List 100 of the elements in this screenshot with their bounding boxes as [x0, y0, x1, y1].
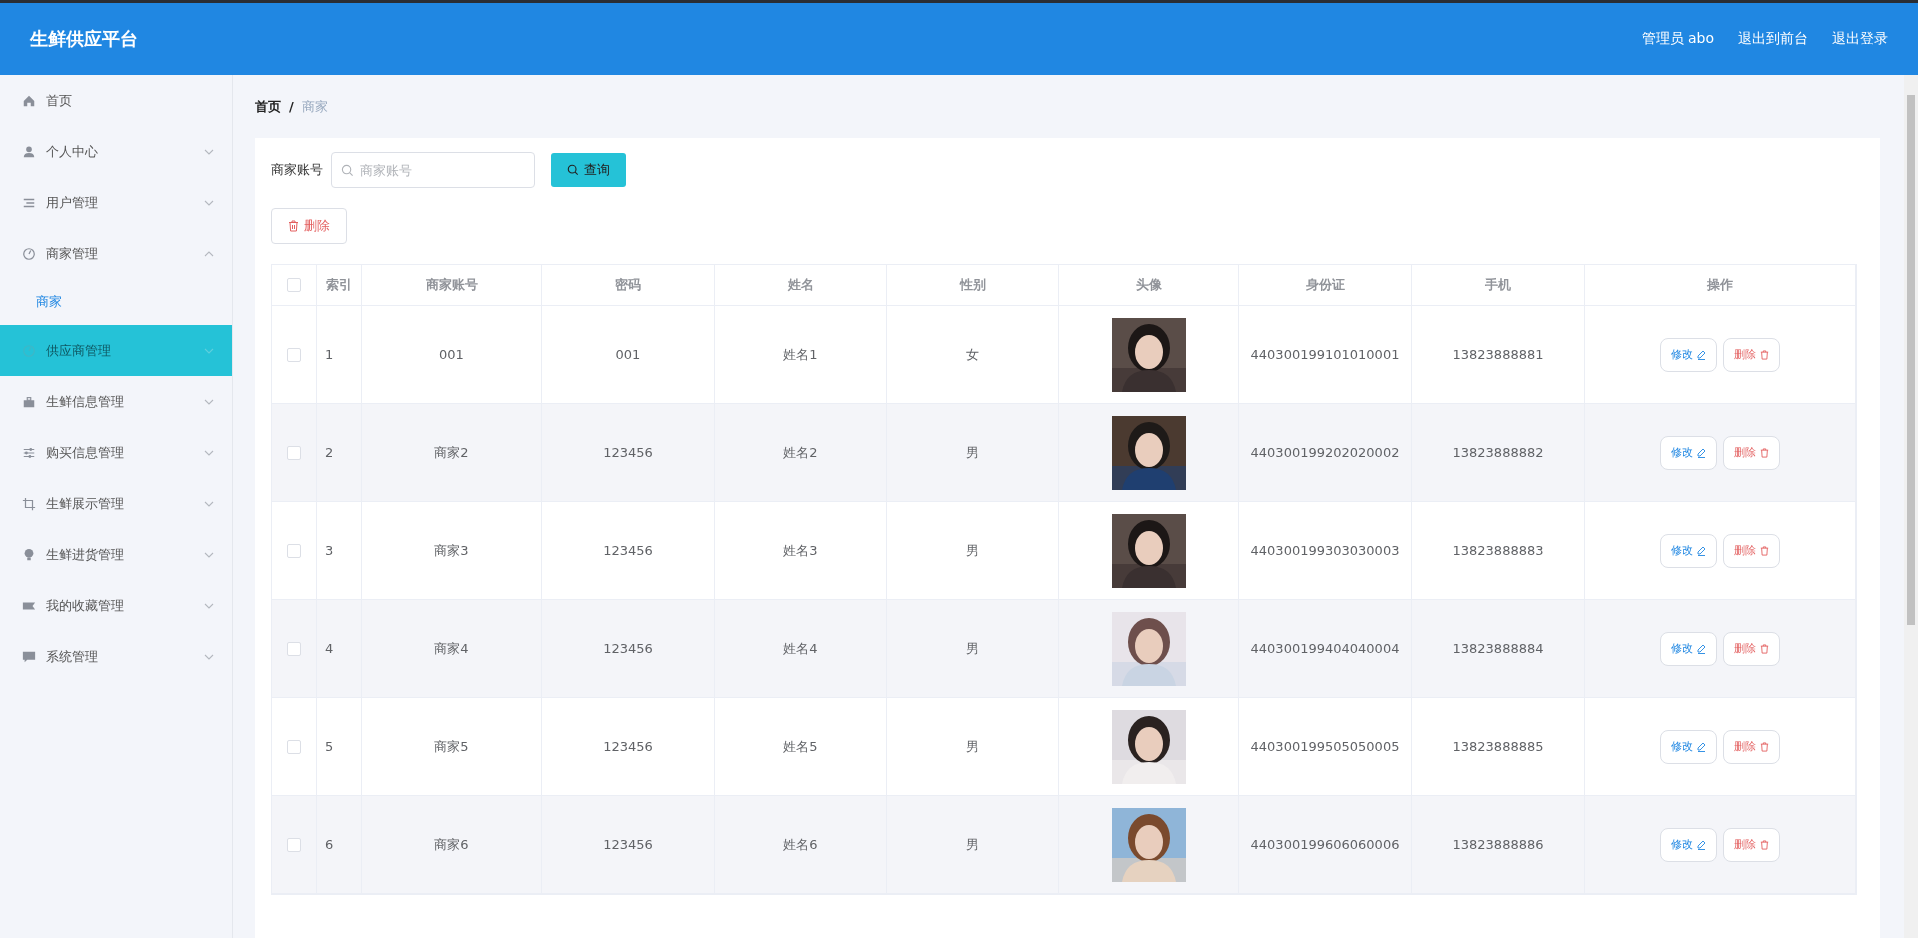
- column-header: 商家账号: [362, 265, 542, 306]
- table-cell: 男: [887, 600, 1059, 698]
- sidebar-subitem[interactable]: 商家: [0, 279, 232, 325]
- gauge-icon: [22, 246, 36, 261]
- sidebar-item[interactable]: 生鲜进货管理: [0, 529, 232, 580]
- chevron-down-icon: [204, 398, 214, 405]
- table-cell: 440300199404040004: [1239, 600, 1412, 698]
- table-cell: 6: [317, 796, 362, 894]
- trash-icon: [1760, 741, 1769, 752]
- breadcrumb-item: 商家: [301, 97, 328, 116]
- bulb-icon: [22, 547, 36, 562]
- row-checkbox[interactable]: [287, 739, 301, 754]
- chat-icon: [22, 649, 36, 664]
- chevron-down-icon: [204, 551, 214, 558]
- delete-button[interactable]: 删除: [1723, 729, 1780, 764]
- row-checkbox[interactable]: [287, 641, 301, 656]
- chevron-down-icon: [204, 653, 214, 660]
- trash-icon: [288, 220, 299, 232]
- delete-button[interactable]: 删除: [271, 208, 347, 244]
- table-cell: 商家2: [362, 404, 542, 502]
- table-cell: 姓名6: [715, 796, 887, 894]
- table-cell: 440300199202020002: [1239, 404, 1412, 502]
- sidebar-item[interactable]: 生鲜信息管理: [0, 376, 232, 427]
- table-cell: 123456: [542, 796, 715, 894]
- header-link[interactable]: 退出到前台: [1738, 30, 1808, 48]
- user-icon: [22, 144, 36, 159]
- pencil-icon: [1697, 349, 1706, 360]
- edit-button[interactable]: 修改: [1660, 435, 1717, 470]
- delete-button[interactable]: 删除: [1723, 631, 1780, 666]
- crop-icon: [22, 496, 36, 511]
- chevron-down-icon: [204, 500, 214, 507]
- breadcrumb-separator: /: [289, 99, 294, 114]
- column-header: 头像: [1059, 265, 1239, 306]
- edit-button[interactable]: 修改: [1660, 729, 1717, 764]
- edit-button[interactable]: 修改: [1660, 337, 1717, 372]
- breadcrumb-item[interactable]: 首页: [255, 97, 281, 116]
- table-cell: 13823888884: [1412, 600, 1585, 698]
- sidebar-item[interactable]: 商家管理: [0, 228, 232, 279]
- table-cell: 商家4: [362, 600, 542, 698]
- column-header: 身份证: [1239, 265, 1412, 306]
- search-button[interactable]: 查询: [551, 153, 626, 187]
- row-checkbox[interactable]: [287, 543, 301, 558]
- column-header: 索引: [317, 265, 362, 306]
- pencil-icon: [1697, 741, 1706, 752]
- pencil-icon: [1697, 447, 1706, 458]
- admin-user-label: 管理员 abo: [1641, 30, 1714, 48]
- gauge-icon: [22, 343, 36, 358]
- chevron-down-icon: [204, 347, 214, 354]
- sidebar-item[interactable]: 系统管理: [0, 631, 232, 682]
- trash-icon: [1760, 545, 1769, 556]
- edit-button[interactable]: 修改: [1660, 533, 1717, 568]
- table-cell: 姓名4: [715, 600, 887, 698]
- sidebar-item[interactable]: 用户管理: [0, 177, 232, 228]
- delete-button[interactable]: 删除: [1723, 533, 1780, 568]
- column-header: 密码: [542, 265, 715, 306]
- trash-icon: [1760, 447, 1769, 458]
- sliders-icon: [22, 445, 36, 460]
- delete-button[interactable]: 删除: [1723, 337, 1780, 372]
- row-checkbox[interactable]: [287, 837, 301, 852]
- row-checkbox[interactable]: [287, 347, 301, 362]
- table-cell: 男: [887, 796, 1059, 894]
- chevron-down-icon: [204, 199, 214, 206]
- select-all-checkbox[interactable]: [287, 278, 301, 292]
- search-icon: [567, 164, 579, 176]
- table-cell: 123456: [542, 600, 715, 698]
- search-field[interactable]: 商家账号: [331, 152, 535, 188]
- sidebar-item[interactable]: 首页: [0, 75, 232, 126]
- sidebar-item[interactable]: 生鲜展示管理: [0, 478, 232, 529]
- scrollbar[interactable]: [1904, 75, 1918, 938]
- trash-icon: [1760, 643, 1769, 654]
- header-link[interactable]: 退出登录: [1832, 30, 1888, 48]
- table-cell: 123456: [542, 404, 715, 502]
- edit-button[interactable]: 修改: [1660, 631, 1717, 666]
- table-cell: 13823888886: [1412, 796, 1585, 894]
- briefcase-icon: [22, 394, 36, 409]
- column-header: 操作: [1585, 265, 1856, 306]
- sidebar-item[interactable]: 购买信息管理: [0, 427, 232, 478]
- app-title: 生鲜供应平台: [30, 27, 139, 51]
- chevron-up-icon: [204, 250, 214, 257]
- column-header: 姓名: [715, 265, 887, 306]
- column-header: 手机: [1412, 265, 1585, 306]
- sidebar-item[interactable]: 个人中心: [0, 126, 232, 177]
- trash-icon: [1760, 839, 1769, 850]
- table-cell: 商家6: [362, 796, 542, 894]
- sidebar-item[interactable]: 供应商管理: [0, 325, 232, 376]
- search-icon: [341, 164, 354, 177]
- edit-button[interactable]: 修改: [1660, 827, 1717, 862]
- chevron-down-icon: [204, 449, 214, 456]
- table-cell: 13823888882: [1412, 404, 1585, 502]
- table-cell: 男: [887, 404, 1059, 502]
- pencil-icon: [1697, 545, 1706, 556]
- table-cell: 2: [317, 404, 362, 502]
- delete-button[interactable]: 删除: [1723, 827, 1780, 862]
- row-checkbox[interactable]: [287, 445, 301, 460]
- sidebar-item[interactable]: 我的收藏管理: [0, 580, 232, 631]
- pencil-icon: [1697, 643, 1706, 654]
- pencil-icon: [1697, 839, 1706, 850]
- table-cell: 姓名2: [715, 404, 887, 502]
- chevron-down-icon: [204, 602, 214, 609]
- delete-button[interactable]: 删除: [1723, 435, 1780, 470]
